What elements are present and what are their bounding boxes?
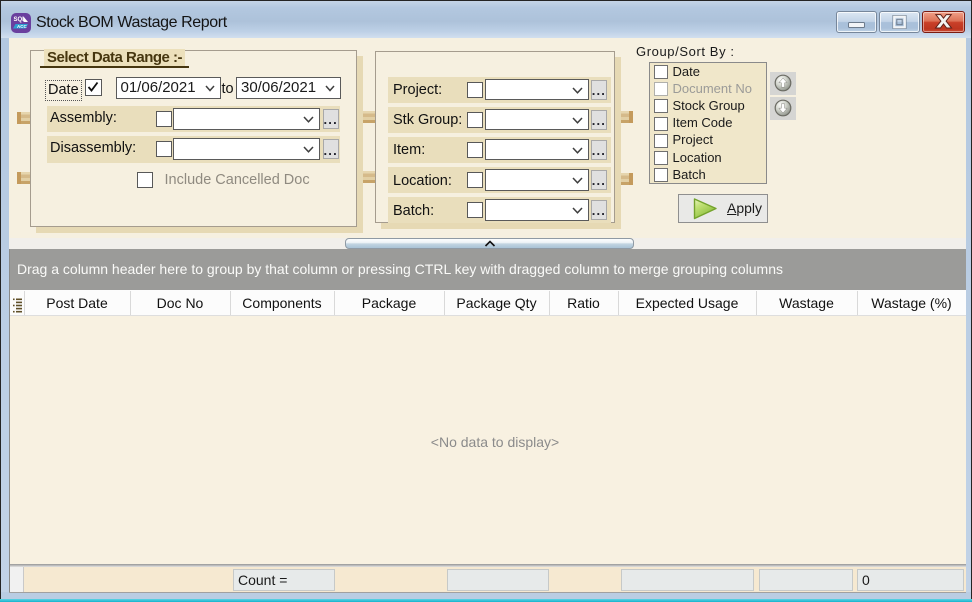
- svg-text:ACC: ACC: [17, 24, 27, 29]
